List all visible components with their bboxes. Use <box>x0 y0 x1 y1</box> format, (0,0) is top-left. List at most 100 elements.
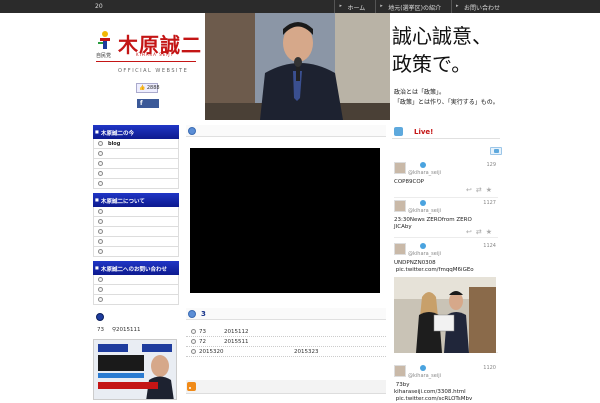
avatar <box>394 365 406 377</box>
tweet-text: COP89COP <box>394 179 424 185</box>
bullet-icon <box>98 171 103 176</box>
sidebar-item[interactable] <box>93 227 179 237</box>
tweet-actions[interactable]: ↩⇄★ <box>466 186 496 194</box>
twitter-title: Live! <box>414 128 434 136</box>
sidebar-item[interactable] <box>93 169 179 179</box>
portrait-image <box>205 13 390 120</box>
news-section-title: 3 <box>201 310 206 318</box>
tweet[interactable]: @kihara_seiji 129 COP89COP ↩⇄★ <box>394 162 498 198</box>
bullet-icon <box>98 297 103 302</box>
tweet-count: 1120 <box>483 365 496 371</box>
header-photo <box>205 13 390 120</box>
tweet-text: UNDPNZN0308 pic.twitter.com/fmqqM6iGEo <box>394 260 474 273</box>
sidebar-item[interactable] <box>93 207 179 217</box>
bullet-icon <box>98 141 103 146</box>
sidebar-item[interactable] <box>93 159 179 169</box>
bullet-icon <box>98 219 103 224</box>
party-mark-icon <box>98 31 110 49</box>
bullet-icon <box>98 277 103 282</box>
sidebar-item[interactable] <box>93 295 179 305</box>
avatar <box>394 162 406 174</box>
bullet-icon <box>98 239 103 244</box>
sidebar-date-text: 2015111 <box>116 327 141 333</box>
tweet-handle: @kihara_seiji <box>408 170 441 176</box>
sidebar-item-label: blog <box>108 141 121 147</box>
sidebar-item[interactable] <box>93 217 179 227</box>
avatar <box>394 200 406 212</box>
sidebar-item[interactable] <box>93 285 179 295</box>
globe-icon <box>188 127 196 135</box>
verified-icon <box>420 243 426 249</box>
sidebar-section-now[interactable]: 木原誠二の今 <box>93 125 179 139</box>
nav-contact[interactable]: お問い合わせ <box>450 0 510 13</box>
news-title: 72 <box>199 339 206 345</box>
blue-circle-icon <box>96 313 104 321</box>
rss-section-header <box>186 380 386 394</box>
slogan-subtext: 政治とは「政策」。 「政策」とは作り、「実行する」もの。 <box>394 88 499 108</box>
news-date: 2015511 <box>224 339 249 345</box>
news-title: 2015320 <box>199 349 224 355</box>
bullet-icon <box>191 329 196 334</box>
tweet[interactable]: @kihara_seiji 1127 23:30News ZEROfrom ZE… <box>394 200 498 238</box>
slogan-line-1: 誠心誠意、 <box>392 24 492 48</box>
top-nav: ホーム 地元(選挙区)の紹介 お問い合わせ <box>334 0 510 13</box>
banner-image <box>94 340 176 399</box>
sidebar-count: 73 <box>97 327 104 333</box>
tweet-actions[interactable]: ↩⇄★ <box>466 228 496 236</box>
twitter-bird-icon <box>394 127 403 136</box>
facebook-share-button[interactable]: f <box>137 99 159 108</box>
tweet-handle: @kihara_seiji <box>408 251 441 257</box>
logo-kana: KIHARA SEIJI <box>136 52 173 57</box>
avatar <box>394 243 406 255</box>
bullet-icon <box>98 287 103 292</box>
news-date: 2015112 <box>224 329 249 335</box>
nav-district[interactable]: 地元(選挙区)の紹介 <box>375 0 451 13</box>
tweet-photo[interactable] <box>394 277 496 353</box>
sidebar-section-contact[interactable]: 木原誠二へのお問い合わせ <box>93 261 179 275</box>
slogan-sub-2: 「政策」とは作り、「実行する」もの。 <box>394 99 499 106</box>
like-count: 2888 <box>146 85 160 91</box>
bullet-icon <box>98 209 103 214</box>
news-row[interactable]: 2015320 2015323 <box>186 347 386 357</box>
twitter-follow-icon[interactable] <box>490 147 502 155</box>
like-button[interactable]: 👍 2888 <box>136 83 160 93</box>
sidebar-item-blog[interactable]: blog <box>93 139 179 149</box>
logo-divider <box>96 61 196 62</box>
sidebar-item[interactable] <box>93 149 179 159</box>
bullet-icon <box>98 151 103 156</box>
rss-icon[interactable] <box>187 382 196 391</box>
tweet-handle: @kihara_seiji <box>408 373 441 379</box>
left-sidebar: 木原誠二の今 blog 木原誠二について 木原誠二へのお問い合わせ <box>93 125 179 305</box>
news-row[interactable]: 72 2015511 <box>186 337 386 347</box>
sidebar-item[interactable] <box>93 179 179 189</box>
twitter-header: Live! <box>392 125 500 139</box>
slogan-line-2: 政策で。 <box>392 52 472 76</box>
video-player[interactable] <box>190 148 380 293</box>
logo-party: 自民党 <box>96 53 112 59</box>
verified-icon <box>420 200 426 206</box>
sidebar-section-about[interactable]: 木原誠二について <box>93 193 179 207</box>
tweet[interactable]: @kihara_seiji 1120 73by kiharaseiji.com/… <box>394 365 498 402</box>
tweet-count: 1127 <box>483 200 496 206</box>
slogan: 誠心誠意、 政策で。 <box>392 22 492 78</box>
bullet-icon <box>98 181 103 186</box>
campaign-banner[interactable] <box>93 339 177 400</box>
tweet-photo-image <box>394 277 496 353</box>
top-number: 20 <box>95 3 103 10</box>
sidebar-item[interactable] <box>93 247 179 257</box>
verified-icon <box>420 365 426 371</box>
news-row[interactable]: 73 2015112 <box>186 327 386 337</box>
sidebar-item[interactable] <box>93 275 179 285</box>
tweet-handle: @kihara_seiji <box>408 208 441 214</box>
official-website-label: OFFICIAL WEBSITE <box>118 68 189 74</box>
news-title: 73 <box>199 329 206 335</box>
news-date: 2015323 <box>294 349 319 355</box>
news-section-header: 3 <box>186 308 386 320</box>
nav-home[interactable]: ホーム <box>334 0 375 13</box>
top-bar: 20 ホーム 地元(選挙区)の紹介 お問い合わせ <box>0 0 600 13</box>
globe-icon <box>188 310 196 318</box>
sidebar-date[interactable]: ⚲2015111 <box>112 327 141 333</box>
sidebar-item[interactable] <box>93 237 179 247</box>
tweet-count: 1124 <box>483 243 496 249</box>
bullet-icon <box>98 249 103 254</box>
